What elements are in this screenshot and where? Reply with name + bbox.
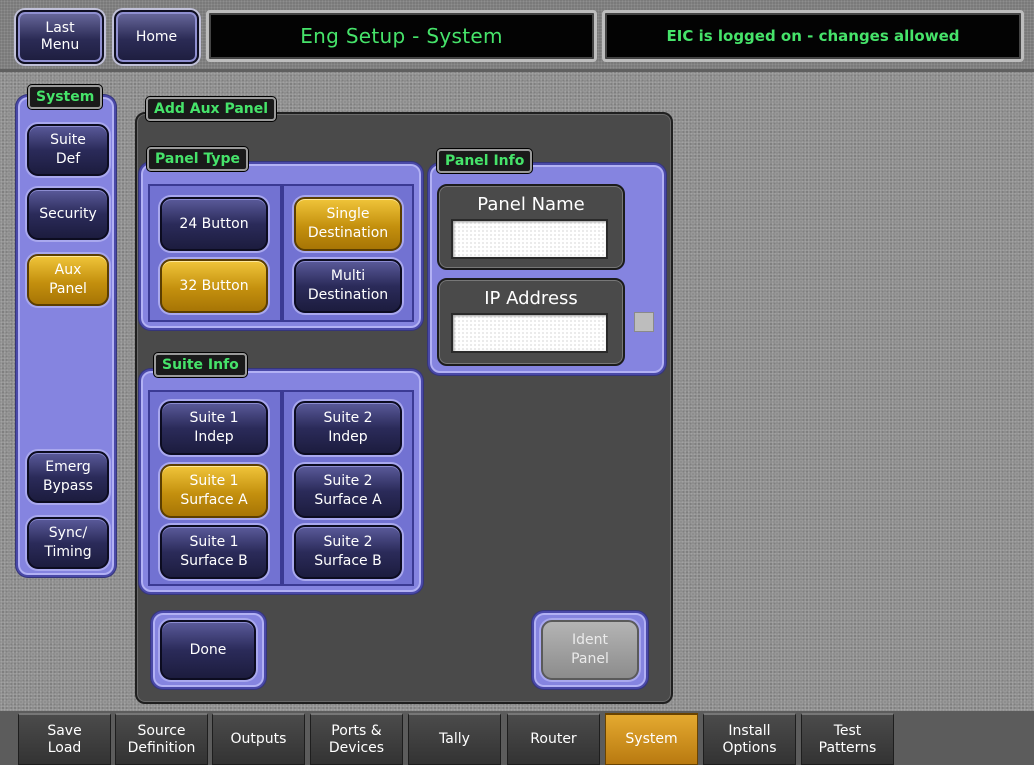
suite-2-indep-option[interactable]: Suite 2 Indep	[294, 401, 402, 455]
status-box: EIC is logged on - changes allowed	[602, 10, 1024, 62]
panel-name-input[interactable]	[451, 219, 608, 259]
ident-panel-button[interactable]: Ident Panel	[541, 620, 639, 680]
sidebar-item-sync-timing[interactable]: Sync/ Timing	[27, 517, 109, 569]
single-destination-option[interactable]: Single Destination	[294, 197, 402, 251]
suite-2-surface-b-option[interactable]: Suite 2 Surface B	[294, 525, 402, 579]
home-button[interactable]: Home	[114, 10, 199, 64]
done-button[interactable]: Done	[160, 620, 256, 680]
tab-test-patterns[interactable]: Test Patterns	[801, 713, 894, 765]
tab-save-load[interactable]: Save Load	[18, 713, 111, 765]
suite-1-surface-b-option[interactable]: Suite 1 Surface B	[160, 525, 268, 579]
suite-1-surface-a-option[interactable]: Suite 1 Surface A	[160, 464, 268, 518]
page-title: Eng Setup - System	[300, 24, 503, 48]
ip-address-input[interactable]	[451, 313, 608, 353]
sidebar-item-aux-panel[interactable]: Aux Panel	[27, 254, 109, 306]
page-title-box: Eng Setup - System	[206, 10, 597, 62]
tab-ports-devices[interactable]: Ports & Devices	[310, 713, 403, 765]
tab-source-definition[interactable]: Source Definition	[115, 713, 208, 765]
tab-tally[interactable]: Tally	[408, 713, 501, 765]
ip-address-label: IP Address	[484, 288, 578, 309]
sidebar-item-security[interactable]: Security	[27, 188, 109, 240]
suite-info-title: Suite Info	[154, 353, 247, 377]
tab-router[interactable]: Router	[507, 713, 600, 765]
sidebar-item-suite-def[interactable]: Suite Def	[27, 124, 109, 176]
32-button-option[interactable]: 32 Button	[160, 259, 268, 313]
tab-system[interactable]: System	[605, 713, 698, 765]
sidebar-item-emerg-bypass[interactable]: Emerg Bypass	[27, 451, 109, 503]
status-message: EIC is logged on - changes allowed	[666, 27, 960, 45]
sidebar-title: System	[28, 85, 103, 109]
suite-2-surface-a-option[interactable]: Suite 2 Surface A	[294, 464, 402, 518]
last-menu-button[interactable]: Last Menu	[16, 10, 104, 64]
multi-destination-option[interactable]: Multi Destination	[294, 259, 402, 313]
tab-outputs[interactable]: Outputs	[212, 713, 305, 765]
add-aux-panel-title: Add Aux Panel	[146, 97, 277, 121]
panel-info-title: Panel Info	[437, 149, 533, 173]
24-button-option[interactable]: 24 Button	[160, 197, 268, 251]
suite-1-indep-option[interactable]: Suite 1 Indep	[160, 401, 268, 455]
tab-install-options[interactable]: Install Options	[703, 713, 796, 765]
panel-type-title: Panel Type	[147, 147, 248, 171]
panel-name-label: Panel Name	[477, 194, 585, 215]
ip-keypad-toggle[interactable]	[634, 312, 654, 332]
